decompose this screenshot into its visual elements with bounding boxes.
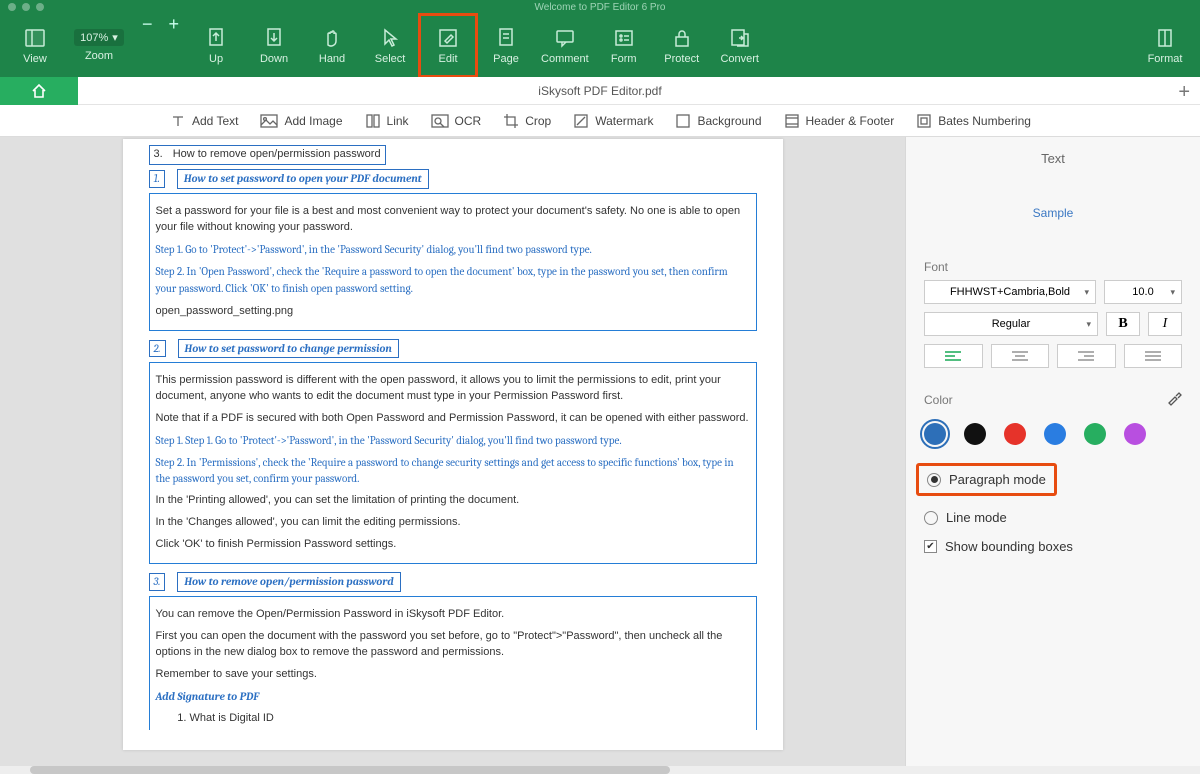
font-weight-select[interactable]: Regular▾: [924, 312, 1098, 336]
view-icon: [24, 27, 46, 49]
text-block[interactable]: You can remove the Open/Permission Passw…: [149, 596, 757, 731]
section-heading: 3.How to remove open/permission password: [149, 572, 757, 592]
select-icon: [379, 27, 401, 49]
section-heading: 1.How to set password to open your PDF d…: [149, 169, 757, 189]
header-footer-button[interactable]: Header & Footer: [784, 113, 895, 129]
down-button[interactable]: Down: [245, 14, 303, 77]
convert-icon: [729, 27, 751, 49]
text-block[interactable]: Set a password for your file is a best a…: [149, 193, 757, 331]
ocr-button[interactable]: OCR: [431, 114, 482, 128]
select-button[interactable]: Select: [361, 14, 419, 77]
format-icon: [1154, 27, 1176, 49]
align-left-button[interactable]: [924, 344, 983, 368]
eyedropper-icon[interactable]: [1166, 390, 1182, 409]
page-icon: [495, 27, 517, 49]
workspace: 3.How to remove open/permission password…: [0, 137, 1200, 766]
comment-icon: [554, 27, 576, 49]
horizontal-scrollbar[interactable]: [0, 766, 1200, 774]
document-title: iSkysoft PDF Editor.pdf: [538, 84, 661, 98]
add-image-button[interactable]: Add Image: [260, 114, 342, 128]
font-family-select[interactable]: FHHWST+Cambria,Bold▾: [924, 280, 1096, 304]
titlebar: Welcome to PDF Editor 6 Pro: [0, 0, 1200, 14]
zoom-in-button[interactable]: +: [161, 14, 188, 77]
view-button[interactable]: View: [6, 14, 64, 77]
chevron-down-icon: ▾: [1084, 287, 1089, 298]
checkbox-icon: [924, 540, 937, 553]
hand-icon: [321, 27, 343, 49]
bates-button[interactable]: Bates Numbering: [916, 113, 1031, 129]
zoom-value: 107%: [80, 32, 108, 44]
text-block[interactable]: This permission password is different wi…: [149, 362, 757, 563]
edit-button[interactable]: Edit: [419, 14, 477, 77]
format-panel: Text Sample Font FHHWST+Cambria,Bold▾ 10…: [905, 137, 1200, 766]
color-swatches: [906, 415, 1200, 445]
up-icon: [205, 27, 227, 49]
watermark-button[interactable]: Watermark: [573, 113, 653, 129]
bold-button[interactable]: B: [1106, 312, 1140, 336]
form-button[interactable]: Form: [595, 14, 653, 77]
color-swatch[interactable]: [1084, 423, 1106, 445]
document-view[interactable]: 3.How to remove open/permission password…: [0, 137, 905, 766]
crop-button[interactable]: Crop: [503, 113, 551, 129]
align-justify-button[interactable]: [1124, 344, 1183, 368]
italic-button[interactable]: I: [1148, 312, 1182, 336]
font-size-select[interactable]: 10.0▾: [1104, 280, 1182, 304]
chevron-down-icon: ▾: [1170, 287, 1175, 298]
main-toolbar: View 107%▾ Zoom − + Up Down Hand Select …: [0, 14, 1200, 77]
line-mode-radio[interactable]: Line mode: [924, 510, 1182, 525]
lock-icon: [671, 27, 693, 49]
paragraph-mode-highlight: Paragraph mode: [916, 463, 1057, 496]
edit-ribbon: Add Text Add Image Link OCR Crop Waterma…: [0, 105, 1200, 137]
background-button[interactable]: Background: [675, 113, 761, 129]
page-button[interactable]: Page: [477, 14, 535, 77]
toc-line: 3.How to remove open/permission password: [149, 145, 386, 165]
show-bounding-boxes-checkbox[interactable]: Show bounding boxes: [924, 539, 1182, 554]
color-swatch[interactable]: [1044, 423, 1066, 445]
color-swatch[interactable]: [964, 423, 986, 445]
radio-icon: [924, 511, 938, 525]
add-text-button[interactable]: Add Text: [170, 113, 238, 129]
link-button[interactable]: Link: [365, 113, 409, 129]
font-label: Font: [906, 250, 1200, 280]
comment-button[interactable]: Comment: [535, 14, 595, 77]
align-center-button[interactable]: [991, 344, 1050, 368]
color-swatch[interactable]: [924, 423, 946, 445]
section-heading: 2.How to set password to change permissi…: [149, 339, 757, 359]
convert-button[interactable]: Convert: [711, 14, 769, 77]
home-tab[interactable]: [0, 77, 78, 105]
new-tab-button[interactable]: +: [1178, 81, 1190, 104]
pdf-page: 3.How to remove open/permission password…: [123, 139, 783, 750]
edit-icon: [437, 27, 459, 49]
radio-icon: [927, 473, 941, 487]
tab-bar: iSkysoft PDF Editor.pdf +: [0, 77, 1200, 105]
color-swatch[interactable]: [1124, 423, 1146, 445]
down-icon: [263, 27, 285, 49]
paragraph-mode-radio[interactable]: Paragraph mode: [927, 472, 1046, 487]
color-label: Color: [906, 380, 1200, 415]
protect-button[interactable]: Protect: [653, 14, 711, 77]
sample-preview: Sample: [906, 180, 1200, 250]
color-swatch[interactable]: [1004, 423, 1026, 445]
window-controls[interactable]: [8, 3, 44, 11]
zoom-control[interactable]: 107%▾ Zoom: [64, 14, 134, 77]
chevron-down-icon: ▾: [112, 31, 118, 44]
hand-button[interactable]: Hand: [303, 14, 361, 77]
up-button[interactable]: Up: [187, 14, 245, 77]
window-title: Welcome to PDF Editor 6 Pro: [535, 2, 666, 13]
form-icon: [613, 27, 635, 49]
align-right-button[interactable]: [1057, 344, 1116, 368]
zoom-out-button[interactable]: −: [134, 14, 161, 77]
chevron-down-icon: ▾: [1086, 319, 1091, 330]
scrollbar-thumb[interactable]: [30, 766, 670, 774]
panel-title: Text: [906, 137, 1200, 180]
format-button[interactable]: Format: [1136, 14, 1194, 77]
